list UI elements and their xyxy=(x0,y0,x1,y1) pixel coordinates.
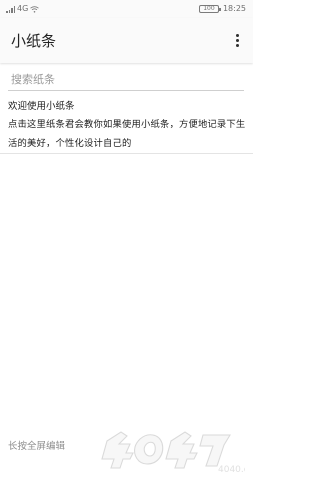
note-title: 欢迎使用小纸条 xyxy=(8,101,75,112)
app-bar: 小纸条 xyxy=(0,18,253,63)
status-left: 4G xyxy=(6,0,40,18)
watermark-text: 4040.com xyxy=(218,465,245,475)
status-time: 18:25 xyxy=(222,4,246,13)
more-vert-icon-dot-bottom xyxy=(235,43,239,47)
battery-icon: 100 xyxy=(198,5,221,13)
note-body: 点击这里纸条君会教你如果使用小纸条，方便地记录下生活的美好，个性化设计自己的 xyxy=(8,119,246,149)
app-screen: 4G 100 18:25 小纸条 欢迎使用小纸条 点击这里纸条君会教你如果使用小… xyxy=(0,0,253,490)
more-options-button[interactable] xyxy=(230,28,244,52)
status-bar: 4G 100 18:25 xyxy=(0,0,253,18)
app-title: 小纸条 xyxy=(11,32,57,50)
more-vert-icon xyxy=(235,33,239,37)
fullscreen-edit-hint: 长按全屏编辑 xyxy=(8,441,66,452)
status-right: 100 18:25 xyxy=(198,0,246,18)
signal-icon xyxy=(6,5,15,13)
wifi-icon xyxy=(30,5,40,13)
search-input[interactable] xyxy=(8,63,244,90)
watermark-logo: 4040.com xyxy=(101,431,245,475)
search-area xyxy=(8,63,244,91)
note-card[interactable]: 欢迎使用小纸条 点击这里纸条君会教你如果使用小纸条，方便地记录下生活的美好，个性… xyxy=(0,91,253,154)
more-vert-icon-dot-middle xyxy=(235,38,239,42)
battery-level-label: 100 xyxy=(203,5,215,12)
network-type-label: 4G xyxy=(17,4,29,13)
